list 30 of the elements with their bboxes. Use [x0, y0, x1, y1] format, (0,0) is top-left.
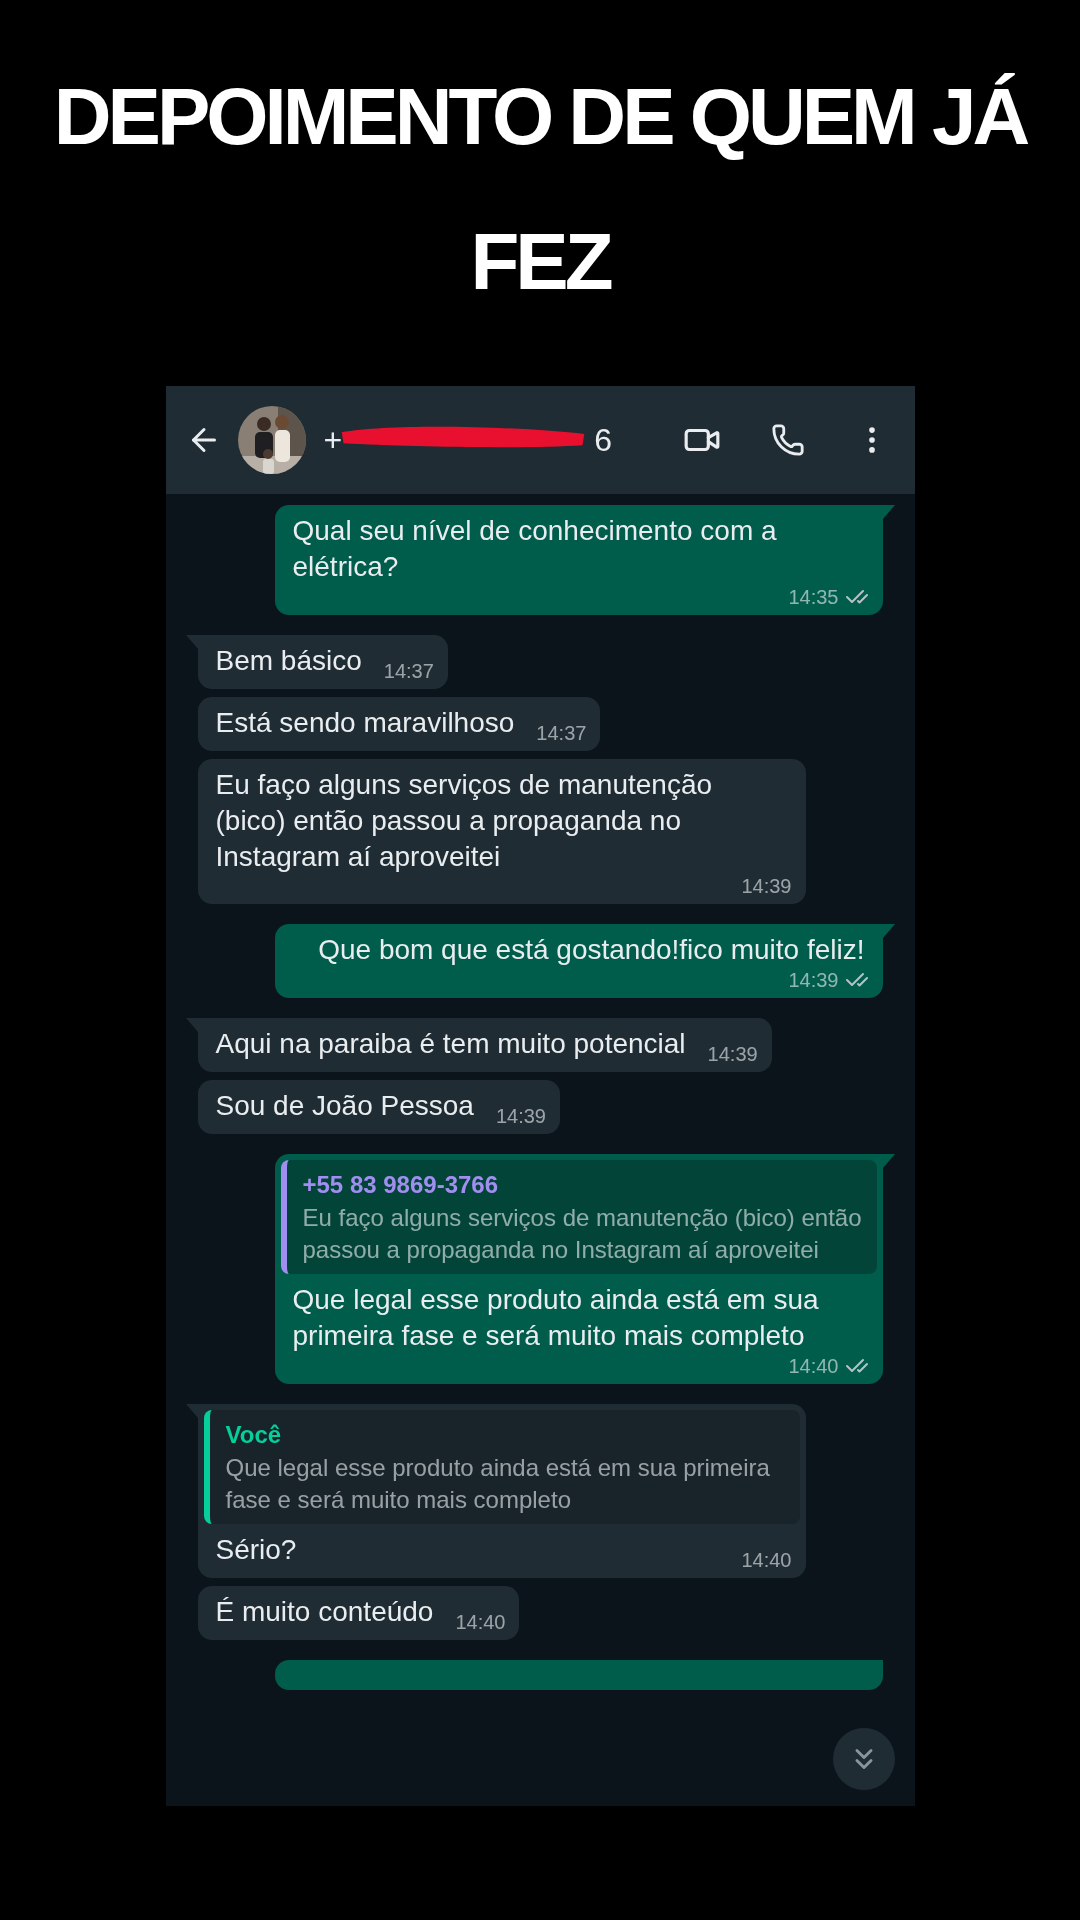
quote-text: Eu faço alguns serviços de manutenção (bico) então passou a propaganda no Instagram aí aproveitei	[302, 1203, 863, 1265]
message-time: 14:40	[455, 1611, 506, 1634]
message-time: 14:39	[495, 1105, 546, 1128]
contact-name-end: 6	[594, 421, 612, 459]
message-text: Está sendo maravilhoso	[215, 706, 515, 740]
message-time: 14:39	[788, 968, 839, 992]
message-text: Sou de João Pessoa	[215, 1089, 474, 1123]
message-text: Que bom que está gostando!fico muito feliz!	[318, 933, 865, 967]
message-text: Sério?	[215, 1533, 297, 1567]
message-time: 14:40	[741, 1549, 792, 1572]
message-text: Aqui na paraiba é tem muito potencial	[215, 1027, 686, 1061]
quoted-message[interactable]: Você Que legal esse produto ainda está em sua primeira fase e será muito mais completo	[203, 1410, 800, 1524]
quote-author: +55 83 9869-3766	[302, 1170, 499, 1200]
message-text: Eu faço alguns serviços de manutenção (bico) então passou a propaganda no Instagram aí aproveitei	[215, 768, 714, 874]
message-text: Qual seu nível de conhecimento com a elétrica?	[292, 514, 778, 584]
message-text: É muito conteúdo	[215, 1595, 434, 1629]
headline: DEPOIMENTO DE QUEM JÁ	[53, 71, 1027, 163]
quoted-message[interactable]: +55 83 9869-3766 Eu faço alguns serviços de manutenção (bico) então passou a propaganda no Instagram aí aproveitei	[280, 1160, 877, 1274]
headline: FEZ	[470, 216, 610, 308]
message-time: 14:37	[383, 660, 434, 683]
message-time: 14:35	[788, 585, 839, 609]
quote-author: Você	[225, 1420, 283, 1450]
quote-text: Que legal esse produto ainda está em sua primeira fase e será muito mais completo	[225, 1453, 771, 1515]
contact-name-start: +	[323, 421, 343, 459]
message-text: Bem básico	[215, 644, 362, 678]
message-time: 14:37	[536, 722, 587, 745]
message-time: 14:39	[741, 875, 792, 898]
message-text: Que legal esse produto ainda está em sua primeira fase e será muito mais completo	[292, 1283, 820, 1353]
message-time: 14:40	[788, 1354, 839, 1378]
message-time: 14:39	[707, 1043, 758, 1066]
